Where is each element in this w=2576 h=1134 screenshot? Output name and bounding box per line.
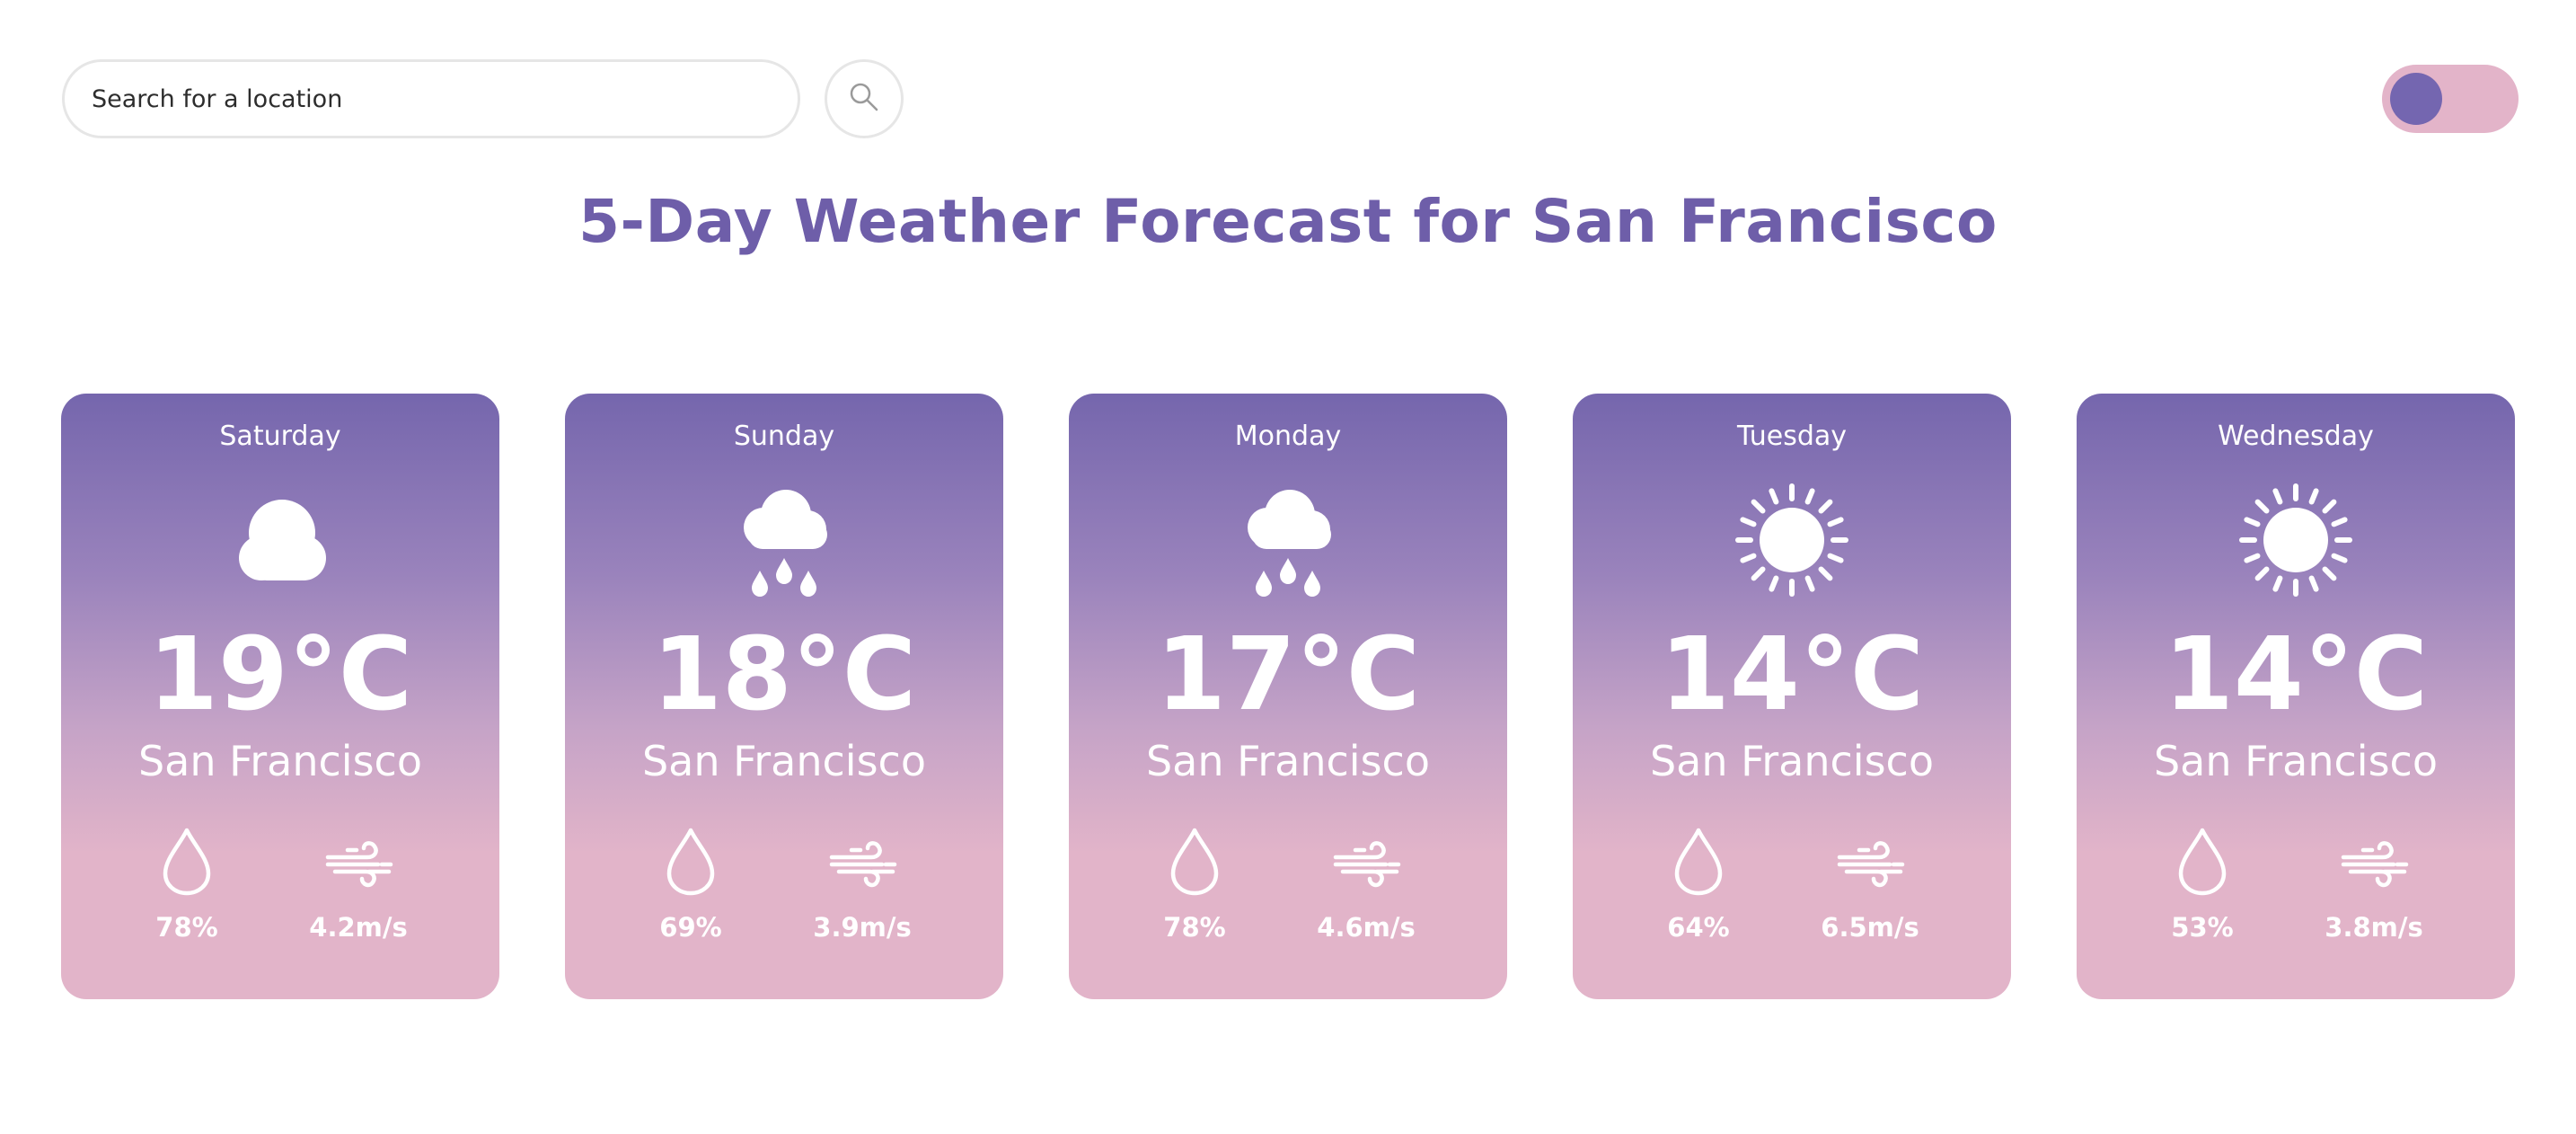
card-city: San Francisco — [2153, 737, 2438, 785]
humidity-stat: 64% — [1631, 825, 1766, 951]
droplet-icon — [662, 825, 719, 900]
droplet-icon — [1670, 825, 1727, 900]
droplet-icon — [2174, 825, 2231, 900]
humidity-value: 69% — [659, 912, 722, 943]
wind-stat: 4.6m/s — [1299, 825, 1434, 951]
wind-stat: 3.8m/s — [2307, 825, 2441, 951]
wind-value: 4.2m/s — [309, 912, 408, 943]
card-temperature: 19°C — [147, 616, 413, 733]
card-temperature: 14°C — [1659, 616, 1925, 733]
forecast-card-tuesday: Tuesday 14°C San Francisco 64% 6.5m/s — [1573, 394, 2011, 999]
wind-icon — [826, 825, 898, 900]
wind-stat: 3.9m/s — [795, 825, 930, 951]
wind-stat: 4.2m/s — [291, 825, 426, 951]
forecast-card-saturday: Saturday 19°C San Francisco 78% 4.2m/s — [61, 394, 499, 999]
wind-value: 6.5m/s — [1821, 912, 1919, 943]
wind-icon — [322, 825, 394, 900]
card-city: San Francisco — [641, 737, 926, 785]
humidity-stat: 69% — [623, 825, 758, 951]
card-day: Sunday — [733, 421, 835, 452]
forecast-card-wednesday: Wednesday 14°C San Francisco 53% 3.8m/s — [2077, 394, 2515, 999]
sun-icon — [2224, 479, 2368, 614]
wind-value: 3.9m/s — [813, 912, 912, 943]
humidity-stat: 53% — [2135, 825, 2270, 951]
humidity-value: 78% — [1163, 912, 1226, 943]
humidity-value: 64% — [1667, 912, 1730, 943]
droplet-icon — [158, 825, 216, 900]
toggle-knob — [2390, 73, 2442, 125]
rain-icon — [712, 479, 856, 614]
search-button[interactable] — [825, 59, 904, 138]
card-day: Saturday — [219, 421, 341, 452]
wind-icon — [1834, 825, 1906, 900]
weather-app: 5-Day Weather Forecast for San Francisco… — [0, 0, 2576, 1134]
wind-value: 3.8m/s — [2325, 912, 2423, 943]
card-temperature: 18°C — [651, 616, 917, 733]
cloud-icon — [208, 479, 352, 614]
sun-icon — [1720, 479, 1864, 614]
card-city: San Francisco — [1145, 737, 1430, 785]
search-input[interactable] — [62, 59, 800, 138]
page-title: 5-Day Weather Forecast for San Francisco — [578, 187, 1998, 256]
search-icon — [849, 82, 879, 116]
card-city: San Francisco — [137, 737, 422, 785]
rain-icon — [1216, 479, 1360, 614]
humidity-stat: 78% — [1127, 825, 1262, 951]
humidity-value: 78% — [155, 912, 218, 943]
humidity-stat: 78% — [119, 825, 254, 951]
wind-icon — [2338, 825, 2410, 900]
wind-icon — [1330, 825, 1402, 900]
card-day: Wednesday — [2218, 421, 2374, 452]
forecast-list: Saturday 19°C San Francisco 78% 4.2m/s S… — [61, 394, 2515, 999]
card-temperature: 14°C — [2163, 616, 2429, 733]
forecast-card-monday: Monday 17°C San Francisco 78% 4.6m/s — [1069, 394, 1507, 999]
wind-value: 4.6m/s — [1317, 912, 1416, 943]
wind-stat: 6.5m/s — [1803, 825, 1937, 951]
humidity-value: 53% — [2171, 912, 2234, 943]
card-day: Tuesday — [1736, 421, 1848, 452]
theme-toggle[interactable] — [2382, 65, 2519, 133]
forecast-card-sunday: Sunday 18°C San Francisco 69% 3.9m/s — [565, 394, 1003, 999]
card-temperature: 17°C — [1155, 616, 1421, 733]
card-city: San Francisco — [1649, 737, 1934, 785]
droplet-icon — [1166, 825, 1223, 900]
card-day: Monday — [1234, 421, 1342, 452]
